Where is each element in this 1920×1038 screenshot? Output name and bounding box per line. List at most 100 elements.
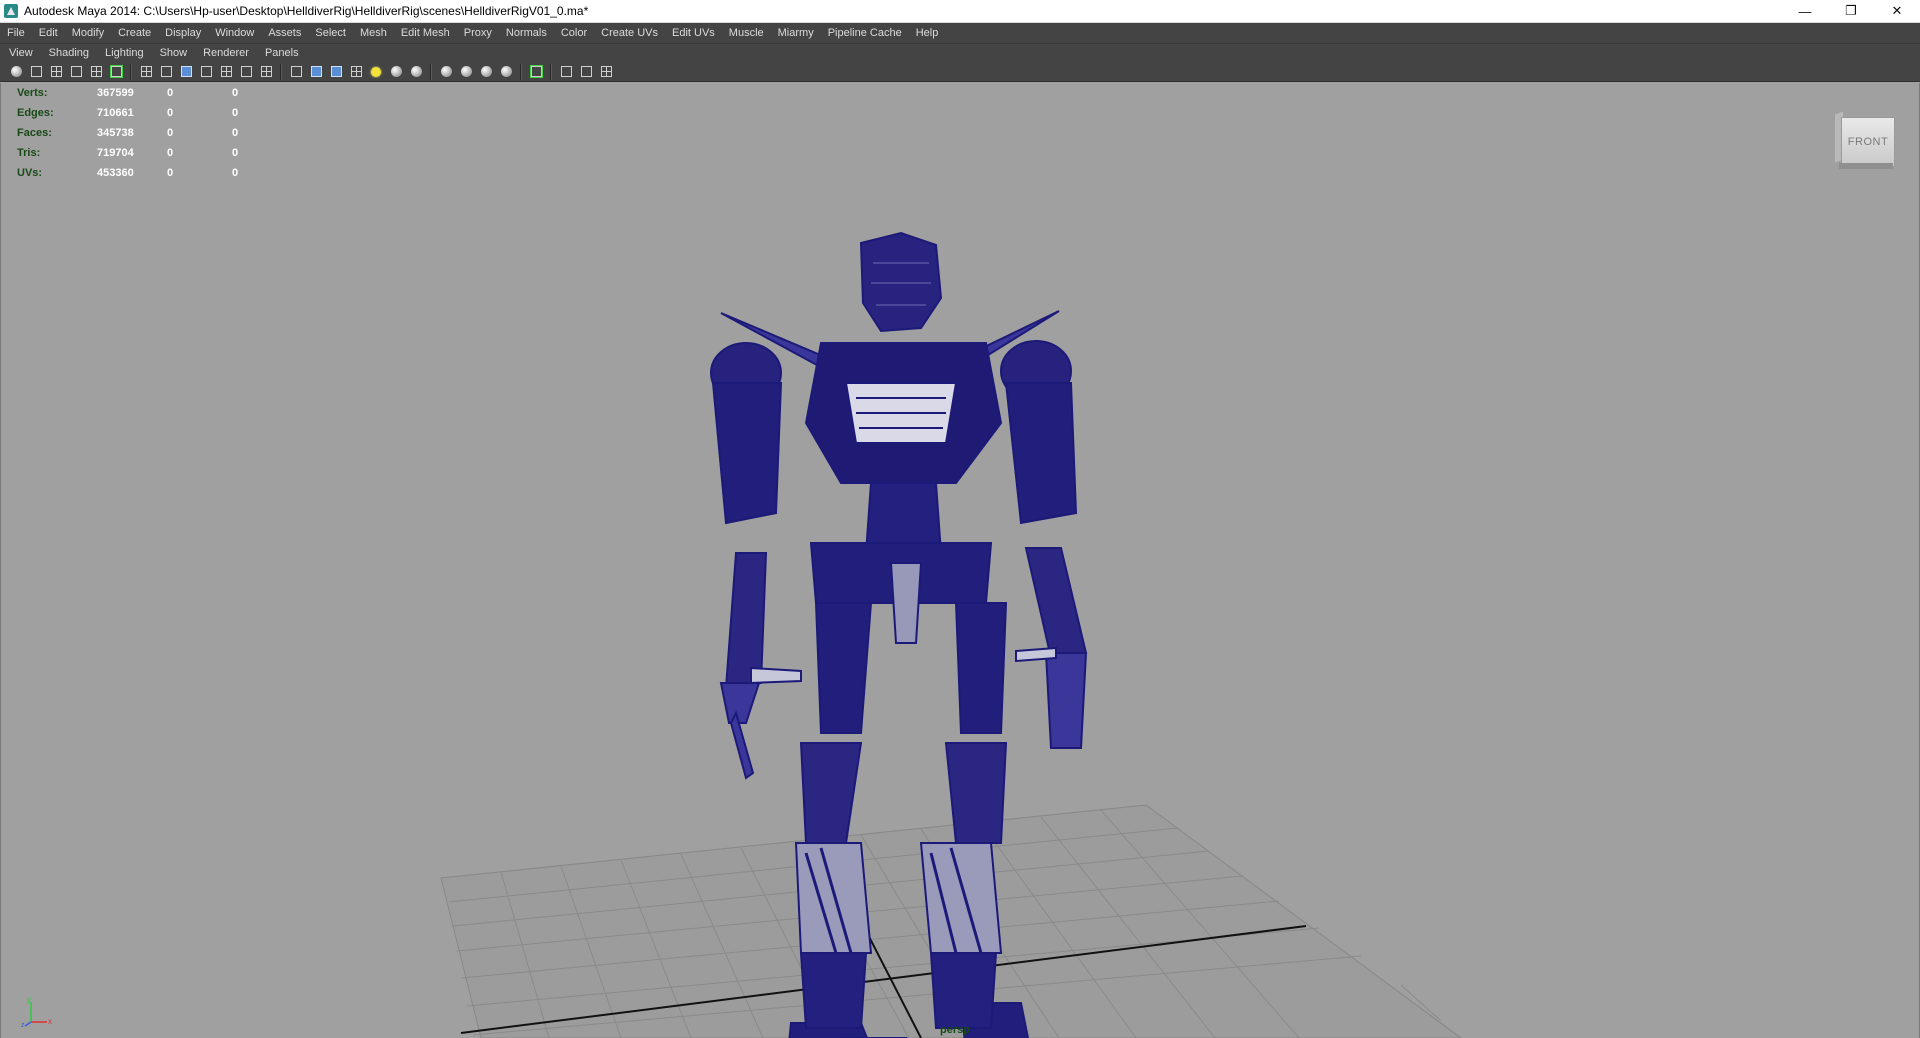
axis-indicator-icon: y x z: [21, 995, 52, 1028]
panel-toolbar: [0, 62, 1920, 82]
wireframe-icon[interactable]: [138, 64, 154, 80]
view-cube-front-face[interactable]: FRONT: [1841, 117, 1895, 167]
smooth-shade-icon[interactable]: [158, 64, 174, 80]
maya-app-icon: [4, 4, 18, 18]
panel-menu-panels[interactable]: Panels: [256, 44, 306, 63]
view-cube-bottom[interactable]: [1839, 163, 1893, 169]
shadows-icon[interactable]: [238, 64, 254, 80]
menu-display[interactable]: Display: [158, 23, 208, 43]
hud-value: 0: [167, 147, 174, 159]
hud-value: 710661: [97, 107, 134, 119]
hud-row: Verts: 367599 0 0: [17, 83, 272, 103]
depth-of-field-icon[interactable]: [498, 64, 514, 80]
hud-value: 0: [232, 107, 239, 119]
menu-edit[interactable]: Edit: [32, 23, 65, 43]
hud-value: 0: [167, 127, 174, 139]
toolbar-separator: [430, 63, 432, 80]
shaded-sphere-icon[interactable]: [388, 64, 404, 80]
panel-menu-renderer[interactable]: Renderer: [194, 44, 256, 63]
default-material-icon[interactable]: [178, 64, 194, 80]
share-icon[interactable]: [598, 64, 614, 80]
image-plane-icon[interactable]: [68, 64, 84, 80]
backface-culling-icon[interactable]: [308, 64, 324, 80]
panel-menu-shading[interactable]: Shading: [40, 44, 96, 63]
maximize-button[interactable]: ❐: [1828, 0, 1874, 22]
light-icon[interactable]: [368, 64, 384, 80]
hud-value: 367599: [97, 87, 134, 99]
panel-menu-view[interactable]: View: [0, 44, 40, 63]
menu-edit-mesh[interactable]: Edit Mesh: [394, 23, 457, 43]
hud-value: 0: [167, 107, 174, 119]
menu-file[interactable]: File: [0, 23, 32, 43]
dark-sphere-icon[interactable]: [408, 64, 424, 80]
main-menu-bar: File Edit Modify Create Display Window A…: [0, 23, 1920, 43]
menu-help[interactable]: Help: [909, 23, 946, 43]
menu-color[interactable]: Color: [554, 23, 594, 43]
hud-row: Faces: 345738 0 0: [17, 123, 272, 143]
axis-z-label: z: [21, 1022, 25, 1028]
window-title: Autodesk Maya 2014: C:\Users\Hp-user\Des…: [24, 4, 589, 18]
use-all-lights-icon[interactable]: [218, 64, 234, 80]
menu-proxy[interactable]: Proxy: [457, 23, 499, 43]
axis-y-label: y: [27, 995, 31, 1004]
hud-value: 453360: [97, 167, 134, 179]
toolbar-separator: [520, 63, 522, 80]
menu-modify[interactable]: Modify: [65, 23, 111, 43]
hud-row: Edges: 710661 0 0: [17, 103, 272, 123]
menu-select[interactable]: Select: [308, 23, 353, 43]
panel-menu-lighting[interactable]: Lighting: [96, 44, 151, 63]
scene-canvas[interactable]: [1, 83, 1919, 1038]
textured-icon[interactable]: [198, 64, 214, 80]
axis-x-label: x: [48, 1017, 52, 1026]
hud-value: 0: [232, 127, 239, 139]
camera-select-icon[interactable]: [8, 64, 24, 80]
hud-value: 0: [232, 147, 239, 159]
menu-edit-uvs[interactable]: Edit UVs: [665, 23, 722, 43]
close-button[interactable]: ✕: [1874, 0, 1920, 22]
menu-assets[interactable]: Assets: [261, 23, 308, 43]
minimize-button[interactable]: —: [1782, 0, 1828, 22]
menu-window[interactable]: Window: [208, 23, 261, 43]
hud-label: UVs:: [17, 167, 43, 179]
toolbar-separator: [280, 63, 282, 80]
poly-count-hud: Verts: 367599 0 0 Edges: 710661 0 0 Face…: [17, 83, 272, 183]
menu-create-uvs[interactable]: Create UVs: [594, 23, 665, 43]
select-camera-icon[interactable]: [528, 64, 544, 80]
menu-create[interactable]: Create: [111, 23, 158, 43]
hud-label: Tris:: [17, 147, 41, 159]
menu-muscle[interactable]: Muscle: [722, 23, 771, 43]
camera-name-label: persp: [940, 1024, 970, 1036]
hud-value: 0: [167, 87, 174, 99]
menu-miarmy[interactable]: Miarmy: [771, 23, 821, 43]
xray-icon[interactable]: [258, 64, 274, 80]
anti-aliasing-icon[interactable]: [478, 64, 494, 80]
bookmarks-icon[interactable]: [48, 64, 64, 80]
menu-pipeline-cache[interactable]: Pipeline Cache: [821, 23, 909, 43]
resolution-gate-icon[interactable]: [328, 64, 344, 80]
hud-value: 0: [167, 167, 174, 179]
camera-attributes-icon[interactable]: [28, 64, 44, 80]
title-bar: Autodesk Maya 2014: C:\Users\Hp-user\Des…: [0, 0, 1920, 23]
hud-value: 0: [232, 87, 239, 99]
grid-toggle-icon[interactable]: [88, 64, 104, 80]
view-cube[interactable]: FRONT: [1835, 111, 1895, 169]
hud-label: Faces:: [17, 127, 52, 139]
panel-menu-bar: View Shading Lighting Show Renderer Pane…: [0, 43, 1920, 63]
hud-label: Verts:: [17, 87, 48, 99]
menu-mesh[interactable]: Mesh: [353, 23, 394, 43]
gate-mask-icon[interactable]: [558, 64, 574, 80]
film-gate-icon[interactable]: [348, 64, 364, 80]
toolbar-separator: [130, 63, 132, 80]
xray-joints-icon[interactable]: [288, 64, 304, 80]
ambient-occlusion-icon[interactable]: [438, 64, 454, 80]
menu-normals[interactable]: Normals: [499, 23, 554, 43]
safe-action-icon[interactable]: [578, 64, 594, 80]
isolate-select-icon[interactable]: [108, 64, 124, 80]
panel-menu-show[interactable]: Show: [151, 44, 195, 63]
motion-blur-icon[interactable]: [458, 64, 474, 80]
hud-row: Tris: 719704 0 0: [17, 143, 272, 163]
hud-value: 0: [232, 167, 239, 179]
hud-label: Edges:: [17, 107, 54, 119]
3d-viewport[interactable]: Verts: 367599 0 0 Edges: 710661 0 0 Face…: [0, 83, 1920, 1038]
toolbar-separator: [550, 63, 552, 80]
